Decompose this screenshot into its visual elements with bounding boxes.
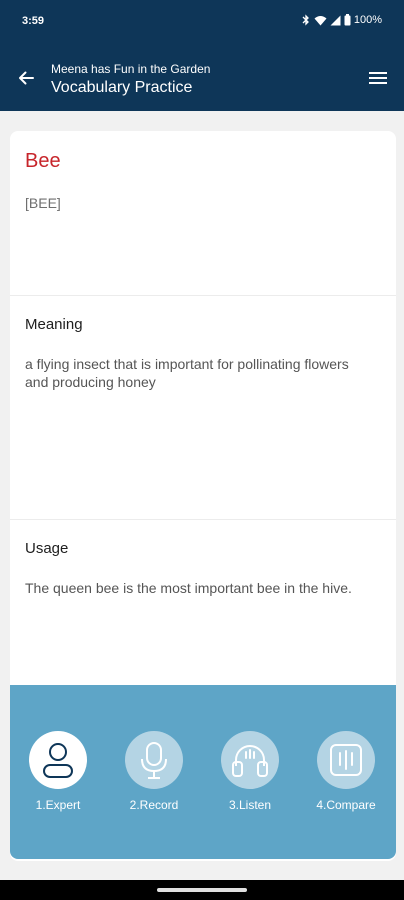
- battery-percent: 100%: [353, 14, 382, 26]
- word-section: Bee [BEE]: [10, 131, 396, 296]
- record-label: 2.Record: [129, 798, 179, 812]
- battery-icon: [344, 14, 351, 26]
- compare-button[interactable]: 4.Compare: [306, 731, 386, 812]
- usage-section: Usage The queen bee is the most importan…: [10, 520, 396, 685]
- menu-button[interactable]: [364, 64, 392, 92]
- signal-icon: [330, 15, 341, 25]
- expert-label: 1.Expert: [35, 798, 81, 812]
- lesson-subtitle: Meena has Fun in the Garden: [51, 62, 211, 76]
- headphones-icon: [232, 745, 268, 777]
- app-bar: Meena has Fun in the Garden Vocabulary P…: [0, 44, 404, 111]
- record-circle: [125, 731, 183, 789]
- compare-label: 4.Compare: [316, 798, 376, 812]
- word-phonetic: [BEE]: [25, 195, 61, 211]
- expert-button[interactable]: 1.Expert: [18, 731, 98, 812]
- system-nav-bar: [0, 880, 404, 900]
- meaning-text: a flying insect that is important for po…: [25, 356, 349, 390]
- meaning-heading: Meaning: [25, 316, 83, 333]
- practice-actions-panel: 1.Expert 2.Record 3.Listen 4.Compare: [10, 685, 396, 859]
- hamburger-menu-icon: [369, 72, 387, 84]
- arrow-left-icon: [19, 71, 34, 85]
- bluetooth-icon: [302, 14, 309, 26]
- microphone-icon: [141, 742, 167, 779]
- compare-circle: [317, 731, 375, 789]
- status-bar: 3:59 100%: [0, 0, 404, 44]
- home-handle[interactable]: [157, 888, 247, 892]
- listen-label: 3.Listen: [228, 798, 272, 812]
- page-title: Vocabulary Practice: [51, 79, 193, 96]
- usage-heading: Usage: [25, 540, 69, 557]
- waveform-icon: [330, 744, 362, 776]
- wifi-icon: [314, 15, 327, 25]
- listen-circle: [221, 731, 279, 789]
- top-bar: 3:59 100% Meena has Fun in the Garden Vo…: [0, 0, 404, 111]
- vocabulary-word: Bee: [25, 150, 61, 172]
- usage-text: The queen bee is the most important bee …: [25, 580, 352, 596]
- record-button[interactable]: 2.Record: [114, 731, 194, 812]
- meaning-section: Meaning a flying insect that is importan…: [10, 296, 396, 520]
- person-icon: [43, 743, 73, 778]
- status-icons: 100%: [301, 14, 382, 26]
- status-time: 3:59: [22, 15, 45, 27]
- listen-button[interactable]: 3.Listen: [210, 731, 290, 812]
- expert-circle: [29, 731, 87, 789]
- back-button[interactable]: [12, 64, 40, 92]
